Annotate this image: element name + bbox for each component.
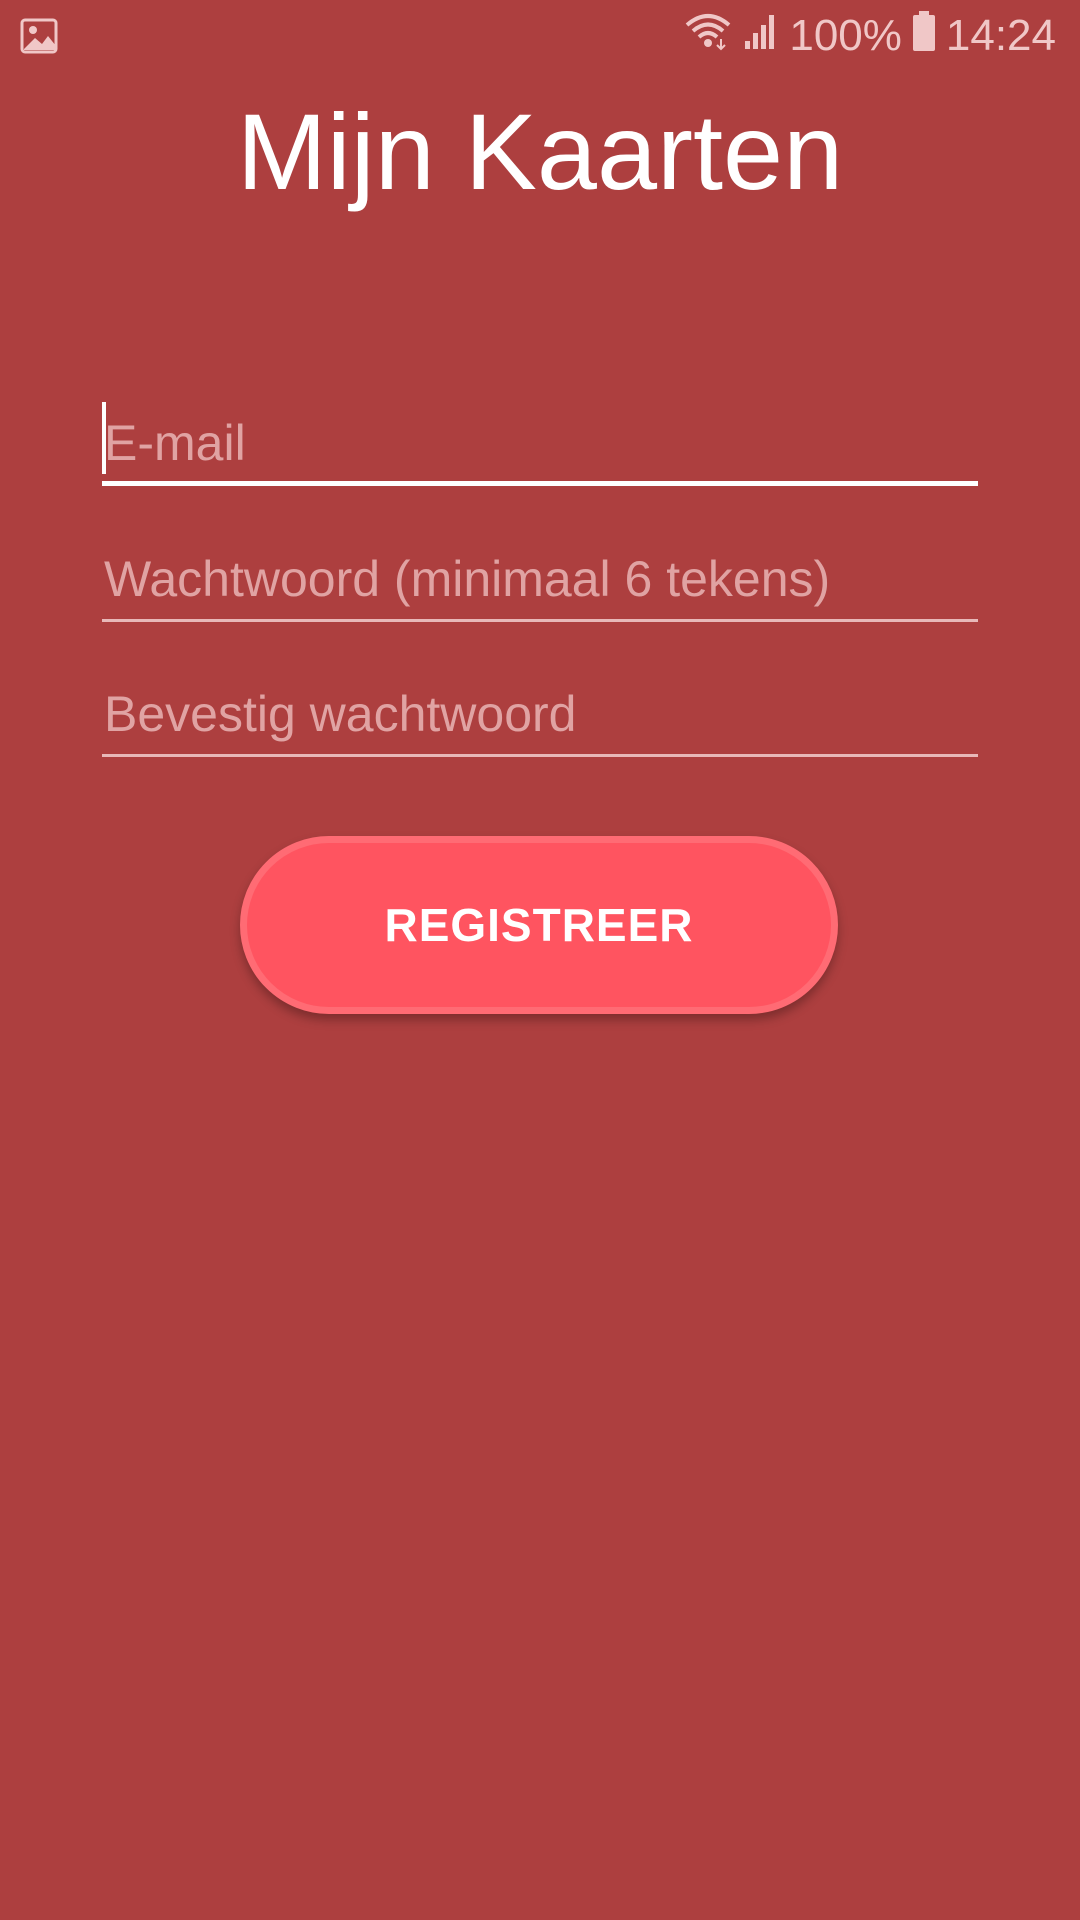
clock: 14:24 bbox=[945, 11, 1056, 60]
register-button[interactable]: REGISTREER bbox=[240, 836, 838, 1014]
email-underline bbox=[102, 481, 978, 486]
confirm-password-underline bbox=[102, 754, 978, 757]
image-icon bbox=[20, 16, 60, 56]
password-placeholder: Wachtwoord (minimaal 6 tekens) bbox=[104, 551, 831, 607]
battery-percent: 100% bbox=[789, 11, 902, 60]
confirm-password-field[interactable]: Bevestig wachtwoord bbox=[102, 667, 978, 757]
email-placeholder: E-mail bbox=[104, 415, 246, 471]
status-bar: 100% 14:24 bbox=[0, 0, 1080, 72]
password-underline bbox=[102, 619, 978, 622]
signal-icon bbox=[743, 11, 779, 62]
status-right: 100% 14:24 bbox=[683, 8, 1056, 64]
confirm-password-placeholder: Bevestig wachtwoord bbox=[104, 686, 577, 742]
email-field[interactable]: E-mail bbox=[102, 396, 978, 486]
wifi-icon bbox=[683, 11, 733, 62]
password-field[interactable]: Wachtwoord (minimaal 6 tekens) bbox=[102, 532, 978, 622]
page-title: Mijn Kaarten bbox=[236, 91, 844, 212]
register-button-label: REGISTREER bbox=[384, 899, 694, 951]
battery-icon bbox=[912, 10, 936, 63]
